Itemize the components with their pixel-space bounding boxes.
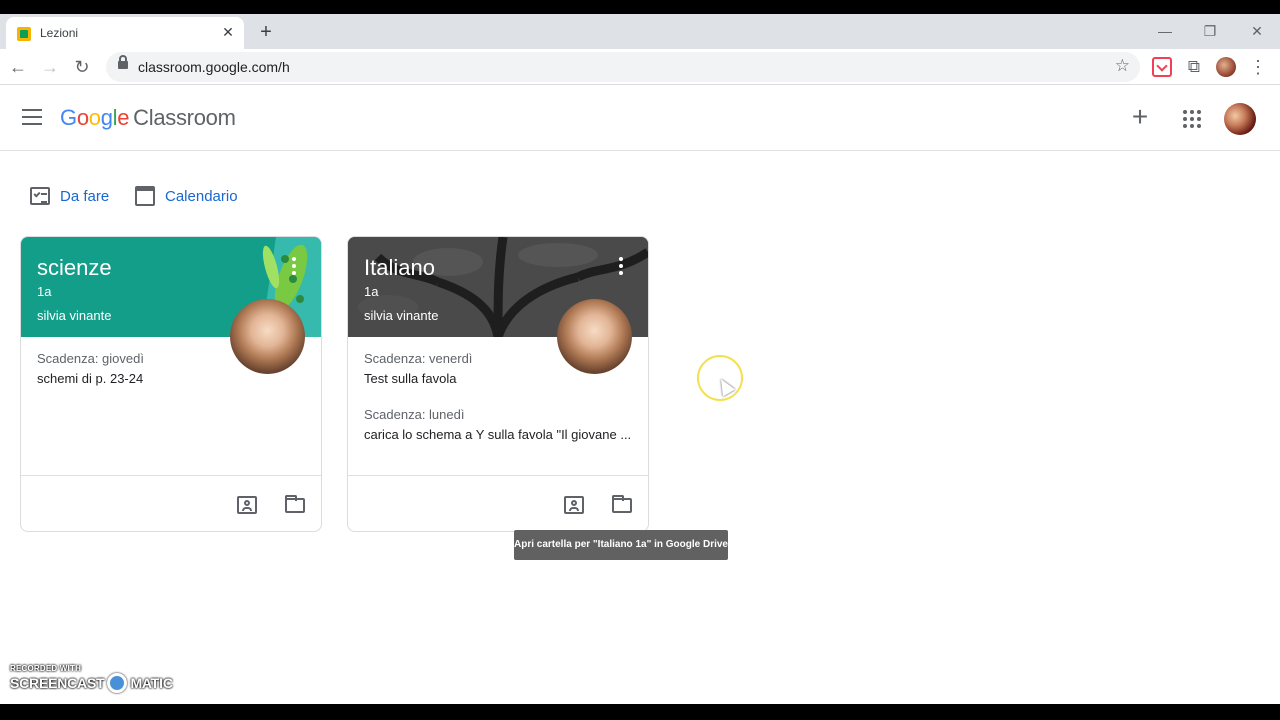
card-assignments: Scadenza: venerdì Test sulla favola Scad… bbox=[364, 351, 632, 443]
back-button[interactable]: ← bbox=[6, 55, 30, 79]
card-assignments: Scadenza: giovedì schemi di p. 23-24 bbox=[37, 351, 305, 387]
logo-letter: o bbox=[88, 105, 101, 130]
product-name: Classroom bbox=[133, 105, 236, 130]
new-tab-button[interactable]: + bbox=[254, 21, 278, 43]
bookmark-star-icon[interactable]: ☆ bbox=[1115, 56, 1130, 76]
browser-profile-avatar[interactable] bbox=[1216, 57, 1236, 77]
pocket-extension-icon[interactable] bbox=[1152, 57, 1172, 77]
student-work-icon[interactable] bbox=[564, 496, 584, 514]
assignment-title[interactable]: carica lo schema a Y sulla favola "Il gi… bbox=[364, 427, 632, 443]
minimize-button[interactable]: — bbox=[1142, 22, 1188, 40]
create-join-class-button[interactable]: + bbox=[1126, 103, 1154, 132]
browser-menu-icon[interactable]: ⋮ bbox=[1248, 57, 1268, 77]
watermark-right: MATIC bbox=[130, 675, 173, 691]
extensions-puzzle-icon[interactable]: ⧉ bbox=[1184, 57, 1204, 77]
class-title[interactable]: Italiano bbox=[364, 255, 435, 281]
class-section: 1a bbox=[364, 284, 379, 299]
assignment-item[interactable]: Scadenza: venerdì Test sulla favola bbox=[364, 351, 632, 387]
classroom-favicon-icon bbox=[17, 27, 31, 41]
assignment-item[interactable]: Scadenza: lunedì carica lo schema a Y su… bbox=[364, 407, 632, 443]
class-card-italiano[interactable]: Italiano 1a silvia vinante Scadenza: ven… bbox=[347, 236, 649, 532]
card-options-icon[interactable] bbox=[289, 257, 299, 275]
student-work-icon[interactable] bbox=[237, 496, 257, 514]
assignment-title[interactable]: schemi di p. 23-24 bbox=[37, 371, 305, 387]
todo-checklist-icon bbox=[30, 187, 50, 205]
card-options-icon[interactable] bbox=[616, 257, 626, 275]
class-section: 1a bbox=[37, 284, 52, 299]
tab-close-icon[interactable]: ✕ bbox=[220, 24, 236, 40]
card-footer bbox=[348, 475, 648, 531]
calendar-label: Calendario bbox=[165, 187, 238, 205]
lock-icon[interactable] bbox=[118, 55, 128, 69]
drive-folder-icon[interactable] bbox=[612, 495, 632, 513]
tab-title: Lezioni bbox=[40, 26, 79, 40]
class-card-scienze[interactable]: scienze 1a silvia vinante Scadenza: giov… bbox=[20, 236, 322, 532]
close-window-button[interactable]: ✕ bbox=[1234, 22, 1280, 40]
watermark-recorded-with: RECORDED WITH bbox=[10, 664, 82, 673]
screencast-logo-icon bbox=[107, 673, 128, 693]
class-title[interactable]: scienze bbox=[37, 255, 112, 281]
class-teacher[interactable]: silvia vinante bbox=[364, 308, 438, 323]
assignment-item[interactable]: Scadenza: giovedì schemi di p. 23-24 bbox=[37, 351, 305, 387]
google-apps-icon[interactable] bbox=[1183, 110, 1201, 128]
logo-letter: e bbox=[117, 105, 130, 130]
classroom-header: Google Classroom + bbox=[0, 86, 1280, 151]
address-bar[interactable]: classroom.google.com/h ☆ bbox=[106, 52, 1140, 82]
tab-strip: Lezioni ✕ + — ❐ ✕ bbox=[0, 14, 1280, 49]
forward-button[interactable]: → bbox=[38, 55, 62, 79]
account-avatar[interactable] bbox=[1224, 103, 1256, 135]
url-text[interactable]: classroom.google.com/h bbox=[138, 59, 290, 75]
screencast-watermark: RECORDED WITH SCREENCAST MATIC bbox=[10, 664, 173, 693]
due-label: Scadenza: giovedì bbox=[37, 351, 144, 366]
assignment-title[interactable]: Test sulla favola bbox=[364, 371, 632, 387]
drive-folder-tooltip: Apri cartella per "Italiano 1a" in Googl… bbox=[514, 530, 728, 560]
due-label: Scadenza: lunedì bbox=[364, 407, 465, 422]
browser-window: Lezioni ✕ + — ❐ ✕ ← → ↻ classroom.google… bbox=[0, 14, 1280, 704]
watermark-left: SCREENCAST bbox=[10, 675, 105, 691]
browser-toolbar: ← → ↻ classroom.google.com/h ☆ ⧉ ⋮ bbox=[0, 49, 1280, 85]
reload-button[interactable]: ↻ bbox=[70, 55, 94, 79]
calendar-icon bbox=[135, 186, 155, 206]
todo-label: Da fare bbox=[60, 187, 110, 205]
class-teacher[interactable]: silvia vinante bbox=[37, 308, 111, 323]
calendar-link[interactable]: Calendario bbox=[135, 184, 238, 208]
browser-tab[interactable]: Lezioni ✕ bbox=[6, 17, 244, 49]
logo-letter: o bbox=[76, 105, 89, 130]
logo-letter: G bbox=[60, 105, 77, 130]
logo-letter: g bbox=[100, 105, 113, 130]
due-label: Scadenza: venerdì bbox=[364, 351, 473, 366]
cursor-highlight bbox=[697, 355, 743, 401]
todo-link[interactable]: Da fare bbox=[30, 184, 109, 208]
google-classroom-logo[interactable]: Google Classroom bbox=[60, 105, 236, 131]
card-footer bbox=[21, 475, 321, 531]
drive-folder-icon[interactable] bbox=[285, 495, 305, 513]
main-menu-icon[interactable] bbox=[22, 109, 42, 125]
restore-button[interactable]: ❐ bbox=[1187, 22, 1233, 40]
